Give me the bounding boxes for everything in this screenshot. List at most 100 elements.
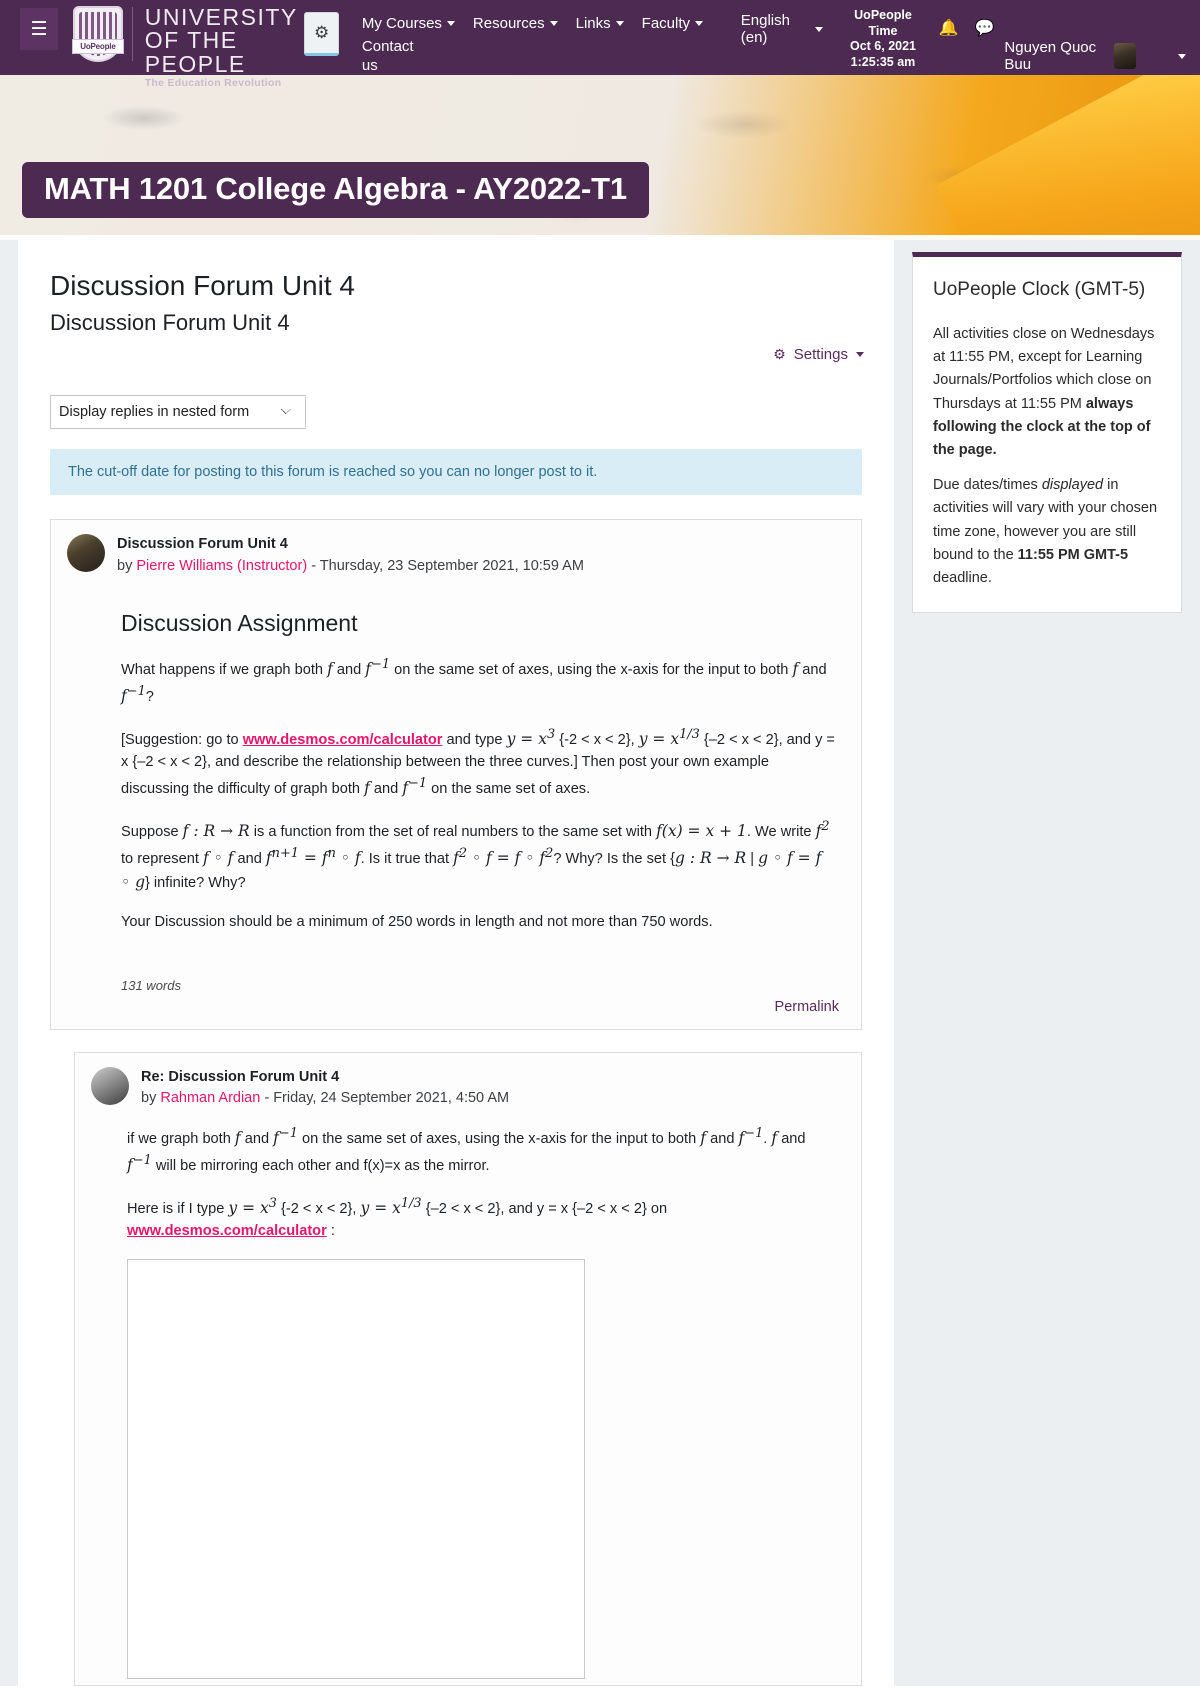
post-subject: Re: Discussion Forum Unit 4: [141, 1068, 340, 1085]
math-f-n-plus-1: fn+1 = fn ◦ f: [265, 845, 361, 867]
desmos-link[interactable]: www.desmos.com/calculator: [127, 1223, 327, 1239]
uopeople-clock-block: UoPeople Clock (GMT-5) All activities cl…: [912, 252, 1182, 614]
breadcrumb: Dashboard / My courses / MATH 1201 - AY2…: [0, 235, 1200, 240]
site-brand[interactable]: UoPeople UNIVERSITY OF THE PEOPLE The Ed…: [70, 3, 326, 89]
forum-name: Discussion Forum Unit 4: [50, 310, 290, 335]
text-run: and: [233, 850, 266, 867]
math-equation-2: y = x1/3: [638, 726, 700, 748]
post-heading: Discussion Assignment: [121, 609, 358, 636]
cutoff-notice: The cut-off date for posting to this for…: [50, 449, 862, 495]
text-run: [Suggestion: go to: [121, 731, 243, 748]
chevron-down-icon: [549, 21, 558, 26]
avatar[interactable]: [67, 534, 105, 572]
display-mode-select[interactable]: Display replies in nested form: [50, 395, 306, 429]
post-byline: by Pierre Williams (Instructor) - Thursd…: [117, 556, 584, 578]
top-navigation-bar: ☰ UoPeople UNIVERSITY OF THE PEOPLE The …: [0, 0, 1200, 89]
uopeople-crest-logo: UoPeople: [70, 3, 126, 65]
text-run: ? Why? Is the set {: [553, 850, 675, 867]
text-run: is a function from the set of real numbe…: [249, 823, 657, 840]
hamburger-menu-icon[interactable]: ☰: [20, 8, 59, 50]
text-run: and type: [442, 731, 507, 748]
nav-label: Faculty: [641, 15, 691, 32]
math-f-inverse: f−1: [365, 657, 391, 679]
text-run-italic: displayed: [1041, 477, 1104, 494]
user-menu[interactable]: Nguyen Quoc Buu: [1004, 6, 1186, 73]
text-run: {-2 < x < 2},: [276, 1200, 361, 1217]
nav-item-resources[interactable]: Resources: [464, 12, 567, 35]
post-author-link[interactable]: Rahman Ardian: [160, 1090, 260, 1106]
forum-post: Discussion Forum Unit 4 by Pierre Willia…: [50, 519, 862, 1030]
avatar[interactable]: [91, 1066, 129, 1105]
language-label: English (en): [740, 12, 790, 46]
desmos-link[interactable]: www.desmos.com/calculator: [243, 732, 443, 748]
nav-label: My Courses: [361, 15, 442, 32]
avatar: [1114, 43, 1136, 69]
uopeople-time-clock: UoPeople Time Oct 6, 2021 1:25:35 am: [833, 6, 932, 71]
text-run: . Is it true that: [360, 850, 454, 867]
math-f-squared: f2: [815, 818, 830, 840]
nav-item-contact-us[interactable]: Contact us: [353, 35, 414, 79]
chevron-down-icon: [446, 21, 455, 26]
text-run: will be mirroring each other and f(x)=x …: [151, 1157, 490, 1174]
primary-nav-links: My Courses Resources Links Faculty Conta…: [353, 0, 731, 79]
course-hero-banner: MATH 1201 College Algebra - AY2022-T1 Da…: [0, 75, 1200, 240]
text-run: and: [369, 781, 403, 798]
math-f-inverse: f−1: [738, 1126, 764, 1148]
language-selector[interactable]: English (en): [731, 6, 834, 52]
text-run: on the same set of axes, using the x-axi…: [390, 662, 793, 679]
chevron-down-icon: [815, 26, 824, 32]
text-run: {-2 < x < 2},: [555, 731, 639, 748]
text-run: {–2 < x < 2}, and y = x {–2 < x < 2} on: [421, 1200, 668, 1217]
nav-item-faculty[interactable]: Faculty: [633, 12, 712, 35]
text-run: Suppose: [121, 823, 183, 840]
brand-tagline: The Education Revolution: [144, 77, 282, 90]
brand-line-2: OF THE PEOPLE: [144, 27, 246, 77]
reply-paragraph-1: if we graph both f and f−1 on the same s…: [127, 1124, 831, 1178]
nav-item-links[interactable]: Links: [567, 12, 633, 35]
text-run: if we graph both: [127, 1131, 235, 1148]
clock-label: UoPeople Time: [854, 8, 912, 38]
math-f2-compose: f2 ◦ f = f ◦ f2: [453, 845, 554, 867]
math-g-maps-R-to-R: g : R → R: [675, 848, 747, 867]
nav-right-cluster: English (en) UoPeople Time Oct 6, 2021 1…: [731, 0, 1192, 73]
word-count: 131 words: [121, 977, 181, 993]
settings-menu-button[interactable]: ⚙ Settings: [773, 346, 864, 363]
post-body: if we graph both f and f−1 on the same s…: [75, 1114, 861, 1685]
math-f-inverse: f−1: [273, 1126, 298, 1148]
chevron-down-icon: [1178, 53, 1186, 59]
forum-post-reply: Re: Discussion Forum Unit 4 by Rahman Ar…: [74, 1051, 862, 1686]
chevron-down-icon: [856, 352, 864, 357]
math-equation-2: y = x1/3: [360, 1195, 422, 1217]
post-byline: by Rahman Ardian - Friday, 24 September …: [141, 1088, 509, 1110]
text-run: . We write: [746, 823, 816, 840]
post-author-link[interactable]: Pierre Williams (Instructor): [136, 558, 307, 574]
math-f-inverse: f−1: [121, 683, 146, 706]
main-content-column: Discussion Forum Unit 4 Discussion Forum…: [18, 240, 894, 1686]
text-run: on the same set of axes, using the x-axi…: [297, 1131, 701, 1148]
brand-line-1: UNIVERSITY: [144, 4, 298, 30]
text-run: Due dates/times: [933, 477, 1042, 494]
chat-bubble-icon[interactable]: 💬: [975, 18, 995, 38]
crest-ribbon-label: UoPeople: [72, 39, 124, 54]
by-label: by: [141, 1090, 157, 1107]
text-run: and: [706, 1131, 739, 1148]
text-run-bold: 11:55 PM GMT-5: [1017, 546, 1129, 563]
nav-item-my-courses[interactable]: My Courses: [353, 12, 464, 35]
text-run: Here is if I type: [127, 1200, 229, 1217]
post-date: - Thursday, 23 September 2021, 10:59 AM: [311, 557, 584, 574]
math-equation-1: y = x3: [506, 726, 556, 748]
gears-icon[interactable]: ⚙: [304, 12, 339, 56]
course-title: MATH 1201 College Algebra - AY2022-T1: [22, 162, 649, 218]
reply-paragraph-2: Here is if I type y = x3 {-2 < x < 2}, y…: [127, 1194, 831, 1243]
clock-info-paragraph-1: All activities close on Wednesdays at 11…: [933, 323, 1161, 462]
clock-time: 1:25:35 am: [850, 54, 916, 69]
text-run: } infinite? Why?: [145, 875, 246, 892]
text-run: and: [240, 1131, 274, 1148]
permalink-link[interactable]: Permalink: [775, 999, 839, 1015]
sidebar-column: UoPeople Clock (GMT-5) All activities cl…: [912, 240, 1182, 1686]
clock-date: Oct 6, 2021: [849, 39, 916, 54]
bell-icon[interactable]: 🔔: [939, 18, 959, 38]
chevron-down-icon: [695, 21, 704, 26]
clock-info-paragraph-2: Due dates/times displayed in activities …: [933, 474, 1161, 590]
text-run: and: [798, 662, 827, 679]
